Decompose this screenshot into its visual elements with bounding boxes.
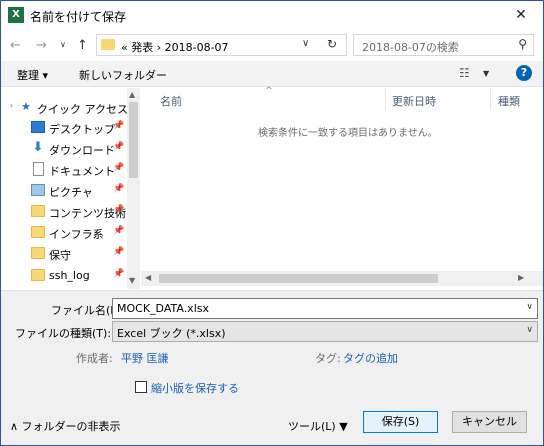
view-options-icon[interactable]: ☷ — [459, 66, 470, 80]
sidebar-item-contents-tech[interactable]: コンテンツ技術 📌 — [1, 201, 127, 222]
organize-button[interactable]: 整理 ▾ — [17, 67, 48, 83]
document-icon — [33, 162, 44, 176]
scroll-left-icon[interactable]: ◀ — [145, 273, 151, 282]
filetype-select[interactable]: Excel ブック (*.xlsx) ∨ — [112, 321, 538, 342]
sidebar-item-label: ピクチャ — [49, 186, 93, 199]
back-arrow-icon[interactable]: ← — [10, 38, 21, 53]
filename-field[interactable]: MOCK_DATA.xlsx ∨ — [112, 298, 538, 319]
add-tag-link[interactable]: タグの追加 — [343, 350, 398, 366]
sidebar-item-desktop[interactable]: デスクトップ 📌 — [1, 117, 127, 138]
save-options-panel: ファイル名(N): MOCK_DATA.xlsx ∨ ファイルの種類(T): E… — [1, 290, 543, 445]
search-box[interactable]: 2018-08-07の検索 ⚲ — [353, 34, 534, 56]
sidebar-item-label: デスクトップ — [49, 123, 115, 136]
save-thumbnail-checkbox[interactable] — [135, 381, 147, 393]
sidebar-item-label: クイック アクセス — [37, 103, 128, 116]
filename-input[interactable]: MOCK_DATA.xlsx — [117, 302, 209, 315]
address-bar[interactable]: « 発表 › 2018-08-07 ∨ ↻ — [96, 34, 347, 56]
up-arrow-icon[interactable]: ↑ — [77, 38, 88, 53]
tools-button[interactable]: ツール(L) ▼ — [288, 418, 348, 434]
folder-icon — [31, 205, 45, 217]
breadcrumb[interactable]: « 発表 › 2018-08-07 — [121, 39, 229, 55]
author-label: 作成者: — [76, 352, 113, 365]
excel-icon: X — [8, 7, 24, 23]
sidebar-item-downloads[interactable]: ⬇ ダウンロード 📌 — [1, 138, 127, 159]
navigation-bar: ← → ∨ ↑ « 発表 › 2018-08-07 ∨ ↻ 2018-08-07… — [1, 29, 543, 61]
column-header-row: 名前 ^ 更新日時 種類 — [141, 86, 543, 110]
pin-icon: 📌 — [113, 121, 125, 131]
navigation-pane-scrollbar[interactable]: ▲ ▼ — [127, 88, 140, 289]
pin-icon: 📌 — [113, 163, 125, 173]
folder-icon — [31, 247, 45, 259]
pin-icon: 📌 — [113, 247, 125, 257]
scroll-up-icon[interactable]: ▲ — [129, 90, 135, 99]
pin-icon: 📌 — [113, 184, 125, 194]
filetype-label: ファイルの種類(T): — [15, 327, 112, 340]
search-icon[interactable]: ⚲ — [518, 37, 527, 51]
pin-icon: 📌 — [113, 142, 125, 152]
refresh-icon[interactable]: ↻ — [327, 37, 337, 51]
sidebar-item-label: ダウンロード — [49, 144, 115, 157]
sidebar-item-quick-access[interactable]: › ★ クイック アクセス — [1, 97, 128, 118]
pin-icon: 📌 — [113, 205, 125, 215]
new-folder-button[interactable]: 新しいフォルダー — [79, 67, 167, 83]
sidebar-item-label: インフラ系 — [49, 228, 104, 241]
star-icon: ★ — [21, 100, 31, 113]
sidebar-item-label: ドキュメント — [49, 165, 115, 178]
folder-icon — [31, 226, 45, 238]
sidebar-item-ssh-log[interactable]: ssh_log 📌 — [1, 265, 127, 286]
column-divider[interactable] — [385, 88, 386, 110]
file-list[interactable]: 名前 ^ 更新日時 種類 検索条件に一致する項目はありません。 ◀ ▶ — [141, 86, 543, 289]
address-dropdown-icon[interactable]: ∨ — [302, 38, 309, 49]
sidebar-item-label: ssh_log — [49, 269, 90, 282]
chevron-down-icon[interactable]: ∨ — [526, 302, 533, 312]
sidebar-item-documents[interactable]: ドキュメント 📌 — [1, 159, 127, 180]
save-button[interactable]: 保存(S) — [363, 411, 438, 433]
search-input[interactable]: 2018-08-07の検索 — [362, 39, 459, 55]
filetype-value[interactable]: Excel ブック (*.xlsx) — [117, 325, 226, 341]
sort-ascending-icon: ^ — [265, 86, 273, 96]
scrollbar-corner — [529, 271, 543, 286]
scroll-right-icon[interactable]: ▶ — [518, 273, 524, 282]
desktop-icon — [31, 121, 45, 133]
author-value[interactable]: 平野 匡謙 — [121, 350, 169, 366]
pin-icon: 📌 — [113, 226, 125, 236]
column-header-type[interactable]: 種類 — [498, 93, 520, 109]
recent-locations-chevron-icon[interactable]: ∨ — [60, 40, 66, 49]
help-icon[interactable]: ? — [516, 65, 532, 81]
hide-folders-button[interactable]: ∧ フォルダーの非表示 — [10, 418, 121, 434]
tags-label: タグ: — [315, 352, 341, 365]
scroll-down-icon[interactable]: ▼ — [129, 276, 135, 285]
expand-caret-icon[interactable]: › — [10, 101, 13, 110]
sidebar-item-infra[interactable]: インフラ系 📌 — [1, 222, 127, 243]
download-icon: ⬇ — [32, 140, 44, 155]
title-bar: X 名前を付けて保存 ✕ — [1, 1, 543, 29]
sidebar-item-pictures[interactable]: ピクチャ 📌 — [1, 180, 127, 201]
sidebar-item-label: 保守 — [49, 249, 71, 262]
folder-icon — [31, 269, 45, 281]
view-dropdown-icon[interactable]: ▼ — [483, 69, 489, 78]
column-header-date-modified[interactable]: 更新日時 — [392, 93, 436, 109]
scrollbar-thumb[interactable] — [159, 274, 438, 283]
dialog-title: 名前を付けて保存 — [30, 10, 127, 24]
empty-results-message: 検索条件に一致する項目はありません。 — [258, 128, 438, 139]
scrollbar-thumb[interactable] — [129, 102, 138, 178]
pin-icon: 📌 — [113, 269, 125, 279]
save-thumbnail-label[interactable]: 縮小版を保存する — [151, 380, 239, 396]
navigation-pane: › ★ クイック アクセス デスクトップ 📌 ⬇ ダウンロード 📌 ドキュメント… — [1, 88, 140, 289]
column-divider[interactable] — [490, 88, 491, 110]
toolbar: 整理 ▾ 新しいフォルダー ☷ ▼ ? — [1, 61, 543, 87]
picture-icon — [31, 184, 45, 196]
save-as-dialog: X 名前を付けて保存 ✕ ← → ∨ ↑ « 発表 › 2018-08-07 ∨… — [0, 0, 544, 446]
filename-label: ファイル名(N): — [51, 304, 127, 317]
column-header-name[interactable]: 名前 — [160, 93, 182, 109]
chevron-down-icon[interactable]: ∨ — [526, 325, 533, 335]
close-button[interactable]: ✕ — [499, 1, 543, 29]
sidebar-item-maintenance[interactable]: 保守 📌 — [1, 243, 127, 264]
cancel-button[interactable]: キャンセル — [452, 411, 527, 433]
folder-icon — [101, 39, 115, 50]
forward-arrow-icon[interactable]: → — [36, 38, 47, 53]
horizontal-scrollbar[interactable]: ◀ ▶ — [141, 271, 529, 286]
